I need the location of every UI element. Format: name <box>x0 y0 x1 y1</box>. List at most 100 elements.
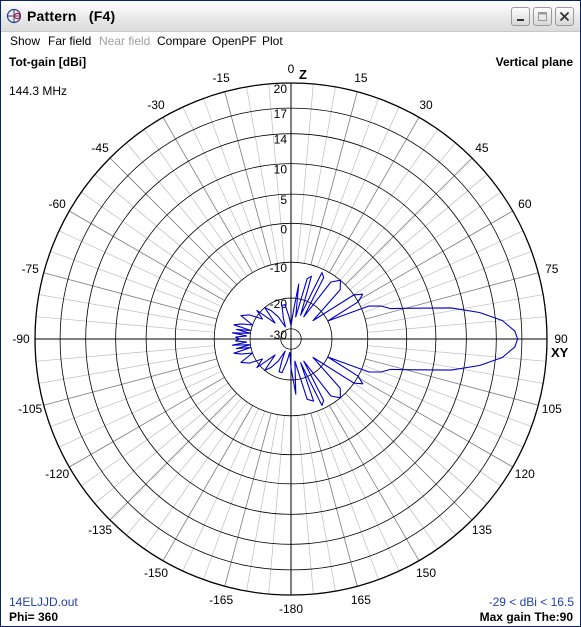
minor-spoke <box>35 316 215 333</box>
angle-tick-label: 135 <box>472 523 492 537</box>
minor-spoke <box>203 98 266 267</box>
angle-tick-label: 75 <box>545 262 559 276</box>
range-label: -29 < dBi < 16.5 <box>488 595 574 609</box>
minor-spoke <box>35 345 215 362</box>
phi-label: Phi= 360 <box>9 610 59 624</box>
angle-tick-label: 0 <box>288 62 295 76</box>
minor-spoke <box>50 364 219 427</box>
menu-plot[interactable]: Plot <box>262 34 283 48</box>
minor-spoke <box>367 316 547 333</box>
minor-spoke <box>38 351 216 384</box>
maximize-button[interactable] <box>533 7 552 26</box>
minor-spoke <box>81 191 229 296</box>
close-icon <box>559 11 570 22</box>
menu-show[interactable]: Show <box>10 34 40 48</box>
menu-openpf[interactable]: OpenPF <box>212 34 257 48</box>
angle-tick-label: -165 <box>209 593 233 607</box>
minor-spoke <box>303 414 336 592</box>
angle-tick-label: -30 <box>147 98 165 112</box>
minor-spoke <box>363 251 532 314</box>
angle-tick-label: 105 <box>542 402 562 416</box>
major-spoke <box>365 272 539 320</box>
angle-tick-label: 120 <box>515 467 535 481</box>
maximize-icon <box>538 12 547 21</box>
minor-spoke <box>182 408 259 572</box>
minor-spoke <box>323 106 400 270</box>
minor-spoke <box>353 382 501 487</box>
major-spoke <box>109 393 237 521</box>
major-spoke <box>224 413 272 587</box>
major-spoke <box>224 91 272 265</box>
major-spoke <box>43 358 217 406</box>
z-axis-label: Z <box>299 67 307 82</box>
radial-tick-label: 20 <box>274 82 288 96</box>
angle-tick-label: -120 <box>45 467 69 481</box>
minor-spoke <box>353 191 501 296</box>
angle-tick-label: 165 <box>351 593 371 607</box>
angle-tick-label: -105 <box>18 402 42 416</box>
menu-far-field[interactable]: Far field <box>48 34 91 48</box>
minor-spoke <box>366 294 544 327</box>
minor-spoke <box>143 129 248 277</box>
minor-spoke <box>316 411 379 580</box>
app-icon[interactable] <box>6 8 22 24</box>
window-title: Pattern (F4) <box>27 8 116 24</box>
minor-spoke <box>182 106 259 270</box>
angle-tick-label: 90 <box>554 332 568 346</box>
radial-tick-label: 10 <box>274 163 288 177</box>
close-button[interactable] <box>555 7 574 26</box>
title-bar[interactable]: Pattern (F4) <box>1 1 580 32</box>
polar-chart: 2017141050-10-20-30015304560759010512013… <box>12 62 568 616</box>
max-gain-label: Max gain The:90 <box>479 610 573 624</box>
menu-near-field[interactable]: Near field <box>99 34 150 48</box>
minor-spoke <box>367 345 547 362</box>
minor-spoke <box>143 401 248 549</box>
angle-tick-label: -45 <box>91 141 109 155</box>
filename-label: 14ELJJD.out <box>9 595 78 609</box>
minor-spoke <box>297 415 314 595</box>
menu-compare[interactable]: Compare <box>157 34 206 48</box>
major-spoke <box>310 91 358 265</box>
minor-spoke <box>334 401 439 549</box>
angle-tick-label: -90 <box>12 332 30 346</box>
minor-spoke <box>360 230 524 307</box>
minimize-button[interactable] <box>511 7 530 26</box>
minor-spoke <box>360 371 524 448</box>
radial-tick-label: -10 <box>270 261 288 275</box>
angle-tick-label: -180 <box>279 602 303 616</box>
angle-tick-label: -75 <box>22 262 40 276</box>
radial-tick-label: -20 <box>270 297 288 311</box>
pattern-window: Pattern (F4) Show Far field Near field C… <box>0 0 581 627</box>
minor-spoke <box>323 408 400 572</box>
pattern-plot-area: Tot-gain [dBi] Vertical plane 144.3 MHz … <box>1 50 580 626</box>
radial-tick-label: 5 <box>280 193 287 207</box>
major-spoke <box>43 272 217 320</box>
angle-tick-label: 15 <box>354 71 368 85</box>
minor-spoke <box>50 251 219 314</box>
minor-spoke <box>366 351 544 384</box>
minor-spoke <box>303 86 336 264</box>
radial-tick-label: -30 <box>270 328 288 342</box>
minor-spoke <box>297 83 314 263</box>
angle-tick-label: -150 <box>144 566 168 580</box>
angle-tick-label: 150 <box>416 566 436 580</box>
angle-tick-label: -15 <box>212 71 230 85</box>
major-spoke <box>365 358 539 406</box>
minor-spoke <box>363 364 532 427</box>
minor-spoke <box>316 98 379 267</box>
major-spoke <box>345 393 473 521</box>
angle-tick-label: 30 <box>419 98 433 112</box>
minimize-icon <box>517 19 524 21</box>
angle-tick-label: -60 <box>49 197 67 211</box>
angle-tick-label: -135 <box>88 523 112 537</box>
major-spoke <box>345 157 473 285</box>
menu-bar: Show Far field Near field Compare OpenPF… <box>1 32 580 50</box>
major-spoke <box>310 413 358 587</box>
minor-spoke <box>203 411 266 580</box>
angle-tick-label: 60 <box>518 197 532 211</box>
angle-tick-label: 45 <box>475 141 489 155</box>
minor-spoke <box>268 415 285 595</box>
minor-spoke <box>81 382 229 487</box>
minor-spoke <box>58 371 222 448</box>
minor-spoke <box>334 129 439 277</box>
